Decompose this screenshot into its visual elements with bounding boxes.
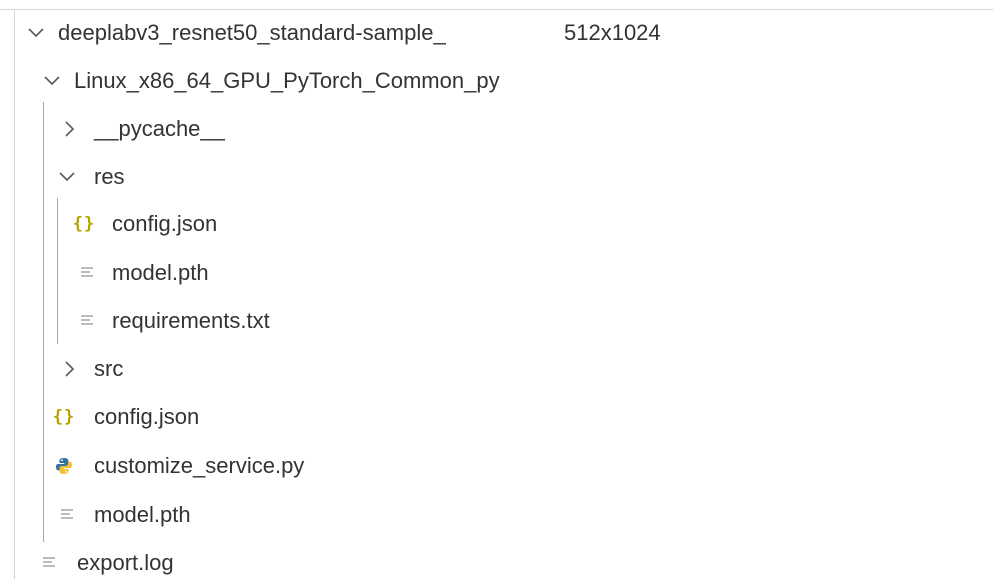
tree-item-label: model.pth xyxy=(94,502,191,527)
json-file-icon: {} xyxy=(72,213,96,234)
tree-root-suffix: 512x1024 xyxy=(564,20,661,45)
chevron-right-icon xyxy=(59,104,81,153)
tree-item-label: export.log xyxy=(77,550,174,575)
tree-folder-src[interactable]: src xyxy=(0,344,993,393)
tree-file-export-log[interactable]: export.log xyxy=(0,538,993,587)
tree-file-requirements-txt[interactable]: requirements.txt xyxy=(0,296,993,345)
text-file-icon xyxy=(38,538,60,587)
file-explorer-tree: deeplabv3_resnet50_standard-sample_ 512x… xyxy=(0,0,993,579)
tree-item-label: src xyxy=(94,356,124,381)
tree-file-res-config-json[interactable]: {} config.json xyxy=(0,199,993,248)
tree-folder-pycache[interactable]: __pycache__ xyxy=(0,104,993,153)
chevron-down-icon xyxy=(56,152,78,201)
python-file-icon xyxy=(53,441,75,490)
tree-folder-res[interactable]: res xyxy=(0,152,993,201)
text-file-icon xyxy=(56,490,78,539)
tree-item-label: config.json xyxy=(94,404,200,429)
chevron-down-icon xyxy=(25,8,47,57)
tree-item-label: res xyxy=(94,164,125,189)
tree-file-model-pth[interactable]: model.pth xyxy=(0,490,993,539)
tree-folder-linux[interactable]: Linux_x86_64_GPU_PyTorch_Common_py xyxy=(0,56,993,105)
json-file-icon: {} xyxy=(52,406,76,427)
tree-item-label: config.json xyxy=(112,211,218,236)
tree-file-customize-service-py[interactable]: customize_service.py xyxy=(0,441,993,490)
text-file-icon xyxy=(76,296,98,345)
tree-item-label: customize_service.py xyxy=(94,453,305,478)
text-file-icon xyxy=(76,248,98,297)
tree-root-label: deeplabv3_resnet50_standard-sample_ xyxy=(58,20,446,45)
tree-file-res-model-pth[interactable]: model.pth xyxy=(0,248,993,297)
tree-item-label: Linux_x86_64_GPU_PyTorch_Common_py xyxy=(74,68,500,93)
tree-file-config-json[interactable]: {} config.json xyxy=(0,392,993,441)
tree-item-label: __pycache__ xyxy=(94,116,225,141)
chevron-right-icon xyxy=(59,344,81,393)
tree-item-label: requirements.txt xyxy=(112,308,270,333)
chevron-down-icon xyxy=(41,56,63,105)
tree-root-folder[interactable]: deeplabv3_resnet50_standard-sample_ 512x… xyxy=(0,8,993,57)
tree-item-label: model.pth xyxy=(112,260,209,285)
